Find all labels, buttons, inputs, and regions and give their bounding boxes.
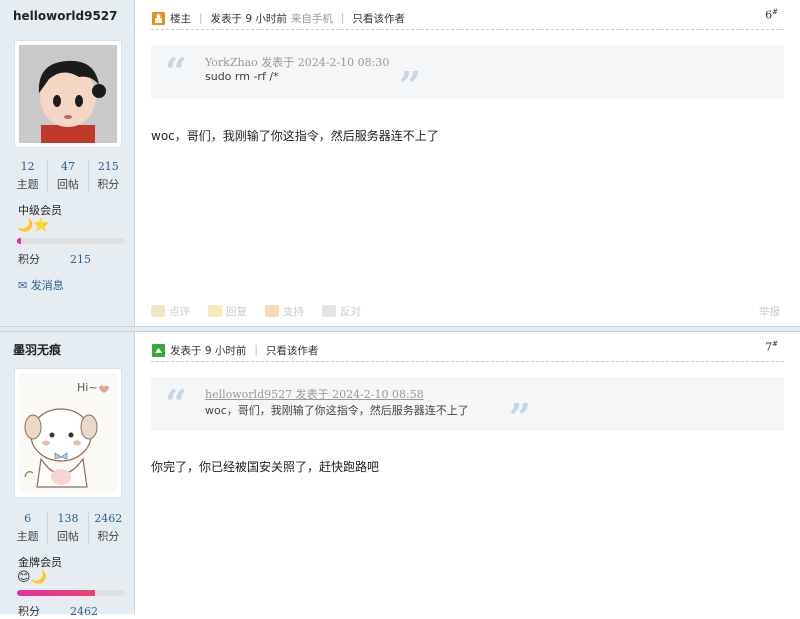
user-level[interactable]: 中级会员 <box>18 202 62 218</box>
support-button[interactable]: 支持 <box>265 304 304 319</box>
post-meta: 发表于 9 小时前 | 只看该作者 <box>151 340 778 360</box>
quote-author: YorkZhao 发表于 2024-2-10 08:30 <box>205 56 390 69</box>
green-arrow-icon <box>151 343 165 357</box>
post-floor-6: helloworld9527 12 主题 47 回帖 215 积分 中级会员 🌙⭐ <box>0 0 800 326</box>
comment-icon <box>151 305 165 317</box>
author-name[interactable]: 墨羽无痕 <box>13 341 61 358</box>
quote-block: “ helloworld9527 发表于 2024-2-10 08:58 woc… <box>151 377 784 440</box>
only-author-link[interactable]: 只看该作者 <box>352 11 405 26</box>
stat-replies[interactable]: 47 回帖 <box>48 160 89 192</box>
quote-text: sudo rm -rf /* <box>205 70 279 83</box>
post-time: 发表于 9 小时前 <box>170 344 247 357</box>
quote-text: woc，哥们，我刚输了你这指令，然后服务器连不上了 <box>205 404 469 417</box>
level-medals-icon: 😊🌙 <box>17 570 47 585</box>
floor-number[interactable]: 7# <box>765 340 778 354</box>
send-message-link[interactable]: ✉ 发消息 <box>18 277 64 293</box>
avatar[interactable]: Hi~ <box>14 368 122 498</box>
stat-replies[interactable]: 138 回帖 <box>48 512 89 544</box>
owner-badge-icon <box>151 11 165 25</box>
post-content: woc，哥们，我刚输了你这指令，然后服务器连不上了 <box>151 129 439 143</box>
open-quote-icon: “ <box>165 49 187 94</box>
author-stats: 12 主题 47 回帖 215 积分 <box>8 160 128 192</box>
level-medals-icon: 🌙⭐ <box>17 218 50 233</box>
divider <box>151 361 784 362</box>
quote-block: “ YorkZhao 发表于 2024-2-10 08:30 sudo rm -… <box>151 45 784 108</box>
post-time: 发表于 9 小时前 <box>210 12 287 25</box>
divider <box>151 29 784 30</box>
level-progress-bar <box>17 238 125 244</box>
post-floor-7: 墨羽无痕 Hi~ 6 主题 138 回帖 2462 积分 金牌会员 😊🌙 积分 … <box>0 332 800 618</box>
oppose-button[interactable]: 反对 <box>322 304 361 319</box>
post-main: 楼主 | 发表于 9 小时前 来自手机 | 只看该作者 6# “ YorkZha… <box>135 0 800 326</box>
credit-row: 积分 215 <box>18 253 91 266</box>
only-author-link[interactable]: 只看该作者 <box>266 343 319 358</box>
level-progress-fill <box>17 238 22 244</box>
level-progress-bar <box>17 590 125 596</box>
open-quote-icon: “ <box>165 381 187 426</box>
quote-author[interactable]: helloworld9527 发表于 2024-2-10 08:58 <box>205 386 424 402</box>
author-name[interactable]: helloworld9527 <box>13 9 118 23</box>
close-quote-icon: ” <box>399 63 421 108</box>
credit-row: 积分 2462 <box>18 605 98 618</box>
close-quote-icon: ” <box>509 395 531 440</box>
post-meta: 楼主 | 发表于 9 小时前 来自手机 | 只看该作者 <box>151 8 778 28</box>
reply-icon <box>208 305 222 317</box>
stat-credits[interactable]: 2462 积分 <box>89 512 128 544</box>
role-label: 楼主 <box>170 12 191 25</box>
stat-credits[interactable]: 215 积分 <box>89 160 128 192</box>
user-level[interactable]: 金牌会员 <box>18 554 62 570</box>
author-sidebar: helloworld9527 12 主题 47 回帖 215 积分 中级会员 🌙⭐ <box>0 0 135 326</box>
avatar[interactable] <box>14 40 122 148</box>
post-actions: 点评 回复 支持 反对 举报 <box>151 304 784 318</box>
post-main: 发表于 9 小时前 | 只看该作者 7# “ helloworld9527 发表… <box>135 332 800 614</box>
avatar-text: Hi~ <box>77 381 98 394</box>
stat-threads[interactable]: 6 主题 <box>8 512 49 544</box>
level-progress-fill <box>17 590 95 596</box>
author-stats: 6 主题 138 回帖 2462 积分 <box>8 512 128 544</box>
post-source[interactable]: 来自手机 <box>291 11 333 26</box>
reply-button[interactable]: 回复 <box>208 304 247 319</box>
thumbs-up-icon <box>265 305 279 317</box>
author-sidebar: 墨羽无痕 Hi~ 6 主题 138 回帖 2462 积分 金牌会员 😊🌙 积分 … <box>0 332 135 618</box>
thumbs-down-icon <box>322 305 336 317</box>
comment-button[interactable]: 点评 <box>151 304 190 319</box>
envelope-icon: ✉ <box>18 279 28 292</box>
report-link[interactable]: 举报 <box>759 304 780 319</box>
stat-threads[interactable]: 12 主题 <box>8 160 49 192</box>
post-content: 你完了，你已经被国安关照了，赶快跑路吧 <box>151 460 380 474</box>
floor-number[interactable]: 6# <box>765 8 778 22</box>
